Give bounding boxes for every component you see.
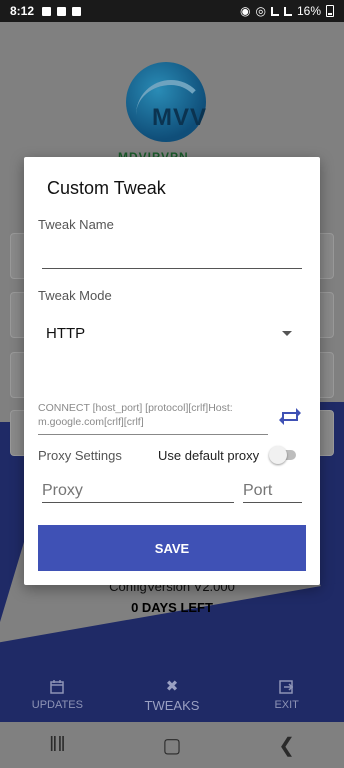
lock-icon: ◉ (240, 4, 251, 18)
system-nav-bar: ‖‖ ▢ ❮ (0, 722, 344, 768)
home-icon[interactable]: ▢ (152, 733, 192, 758)
default-proxy-label: Use default proxy (158, 448, 260, 463)
nav-item-tweaks[interactable]: ✖ TWEAKS (115, 668, 230, 722)
nav-label-updates: UPDATES (31, 699, 83, 711)
calendar-icon (49, 679, 65, 695)
logo-text: MVV (152, 104, 208, 131)
chevron-down-icon (282, 330, 292, 336)
image-notification-icon (42, 6, 52, 16)
status-bar: 8:12 ◉ ◎ 16% (0, 0, 344, 22)
exit-icon (278, 679, 295, 695)
bottom-nav: UPDATES ✖ TWEAKS EXIT (0, 668, 344, 722)
tweak-mode-value: HTTP (46, 324, 86, 342)
tweak-name-input[interactable] (42, 243, 302, 269)
nav-item-exit[interactable]: EXIT (229, 668, 344, 722)
nav-item-updates[interactable]: UPDATES (0, 668, 115, 722)
proxy-input[interactable] (42, 479, 234, 503)
proxy-settings-label: Proxy Settings (38, 448, 122, 463)
signal-icon (270, 6, 279, 16)
status-time: 8:12 (10, 4, 35, 18)
battery-icon (326, 5, 334, 17)
toggle-thumb (269, 446, 287, 464)
back-icon[interactable]: ❮ (267, 733, 307, 758)
status-right: ◉ ◎ 16% (240, 4, 334, 18)
recents-icon[interactable]: ‖‖ (37, 734, 77, 757)
notification-icons (42, 6, 82, 16)
message-notification-icon (57, 6, 67, 16)
dialog-title: Custom Tweak (47, 178, 166, 198)
custom-tweak-dialog: Custom Tweak Tweak Name Tweak Mode HTTP … (24, 157, 320, 585)
signal-icon-2 (283, 6, 292, 16)
payload-input[interactable]: CONNECT [host_port] [protocol][crlf]Host… (38, 401, 268, 435)
port-input[interactable] (243, 479, 302, 503)
battery-percent: 16% (296, 4, 321, 18)
nav-label-tweaks: TWEAKS (144, 697, 200, 713)
swap-icon[interactable] (276, 401, 304, 429)
days-left: 0 DAYS LEFT (131, 600, 213, 615)
tweak-mode-select[interactable]: HTTP (38, 320, 300, 346)
tools-icon: ✖ (165, 677, 179, 695)
nav-label-exit: EXIT (274, 699, 299, 711)
default-proxy-toggle[interactable] (269, 446, 296, 464)
app-notification-icon (72, 6, 82, 16)
save-button[interactable]: SAVE (38, 525, 306, 571)
tweak-mode-label: Tweak Mode (38, 288, 112, 303)
app-logo: MVV MDVIPVPN (118, 62, 222, 164)
tweak-name-label: Tweak Name (38, 217, 114, 232)
hotspot-icon: ◎ (255, 4, 266, 18)
